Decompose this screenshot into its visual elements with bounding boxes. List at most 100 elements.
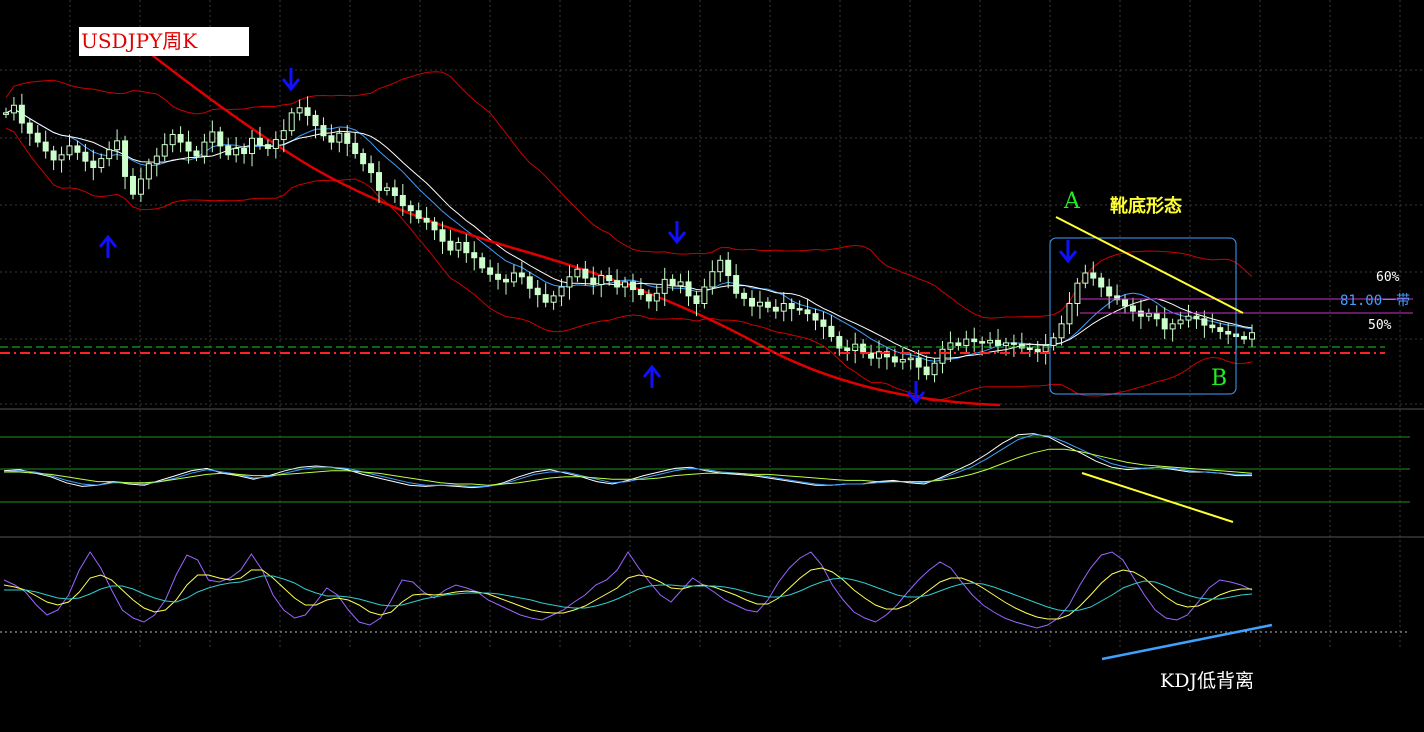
candle-body	[280, 130, 287, 141]
candle-body	[1185, 315, 1192, 321]
candle-body	[42, 141, 49, 152]
arrow-up-icon	[98, 234, 118, 258]
candle-body	[455, 242, 462, 251]
candle-body	[272, 139, 279, 149]
candle-body	[90, 160, 97, 169]
arrow-up-icon	[642, 364, 662, 388]
candle-body	[193, 150, 200, 157]
pattern-label: 靴底形态	[1110, 196, 1182, 217]
candle-body	[169, 133, 176, 146]
candle-body	[550, 295, 557, 303]
candle-body	[233, 147, 240, 156]
candle-body	[995, 339, 1002, 346]
candle-body	[1058, 323, 1065, 339]
candle-body	[217, 131, 224, 147]
candle-body	[836, 336, 843, 349]
candle-body	[1209, 324, 1216, 329]
candle-body	[383, 187, 390, 191]
candle-body	[34, 132, 41, 143]
candle-body	[74, 145, 81, 153]
candle-body	[1050, 337, 1057, 346]
kdj-divergence-label: KDJ低背离	[1160, 670, 1255, 692]
candle-body	[153, 155, 160, 165]
candle-body	[1026, 347, 1033, 350]
candle-body	[479, 257, 486, 269]
osc-line-green	[4, 448, 1253, 486]
candle-body	[1074, 282, 1081, 304]
candle-body	[336, 132, 343, 143]
candle-body	[288, 112, 295, 132]
candle-body	[320, 125, 327, 137]
candle-body	[709, 271, 716, 288]
point-a-label: A	[1064, 189, 1080, 214]
candle-body	[487, 267, 494, 275]
candle-body	[26, 122, 33, 134]
ma-blue	[5, 108, 1253, 362]
candle-body	[209, 131, 216, 143]
candle-body	[1098, 277, 1105, 288]
candle-body	[915, 357, 922, 368]
candle-body	[58, 154, 65, 161]
candle-body	[899, 358, 906, 363]
chart-title: USDJPY周K	[79, 27, 249, 56]
candle-body	[304, 107, 311, 116]
arrow-down-icon	[281, 68, 301, 92]
candle-body	[249, 137, 256, 155]
candle-body	[256, 137, 263, 146]
candle-body	[1066, 303, 1073, 325]
candle-body	[114, 140, 121, 151]
candle-body	[1034, 348, 1041, 353]
candle-body	[772, 306, 779, 312]
candle-body	[891, 356, 898, 363]
candle-body	[979, 341, 986, 344]
candle-body	[741, 292, 748, 299]
candle-body	[828, 325, 835, 338]
candle-body	[661, 278, 668, 294]
point-b-label: B	[1211, 366, 1228, 391]
candle-body	[66, 145, 73, 156]
candle-body	[510, 272, 517, 283]
candle-body	[296, 107, 303, 114]
candle-body	[376, 172, 383, 191]
candle-body	[1106, 286, 1113, 297]
candle-body	[733, 275, 740, 294]
candle-body	[495, 273, 502, 280]
candle-body	[598, 275, 605, 285]
candle-body	[344, 132, 351, 144]
arrow-down-icon	[1058, 240, 1078, 264]
candle-body	[185, 141, 192, 152]
candle-body	[129, 175, 136, 195]
candle-body	[312, 114, 319, 127]
candle-body	[820, 319, 827, 327]
candle-body	[756, 301, 763, 307]
candle-body	[98, 158, 105, 169]
candle-body	[1169, 323, 1176, 330]
candle-body	[201, 141, 208, 157]
candle-body	[1201, 318, 1208, 326]
candle-body	[360, 153, 367, 165]
candle-body	[145, 163, 152, 180]
candle-body	[637, 289, 644, 296]
candle-body	[502, 278, 509, 283]
osc-line-blue	[3, 434, 1252, 487]
candle-body	[518, 272, 525, 278]
candle-body	[1225, 330, 1232, 335]
candle-body	[987, 339, 994, 344]
candle-body	[352, 142, 359, 155]
candle-body	[471, 252, 478, 259]
candle-body	[122, 140, 129, 177]
candle-body	[1161, 318, 1168, 330]
candle-body	[423, 217, 430, 223]
candle-body	[780, 303, 787, 312]
candle-body	[939, 348, 946, 364]
candle-body	[82, 151, 89, 162]
candle-body	[749, 297, 756, 307]
candle-body	[590, 277, 597, 285]
candle-body	[796, 308, 803, 311]
candle-body	[137, 178, 144, 195]
candle-body	[407, 205, 414, 212]
candle-body	[463, 242, 470, 254]
candle-body	[1010, 342, 1017, 345]
candle-body	[3, 112, 9, 115]
ma-long-red	[117, 27, 1001, 407]
